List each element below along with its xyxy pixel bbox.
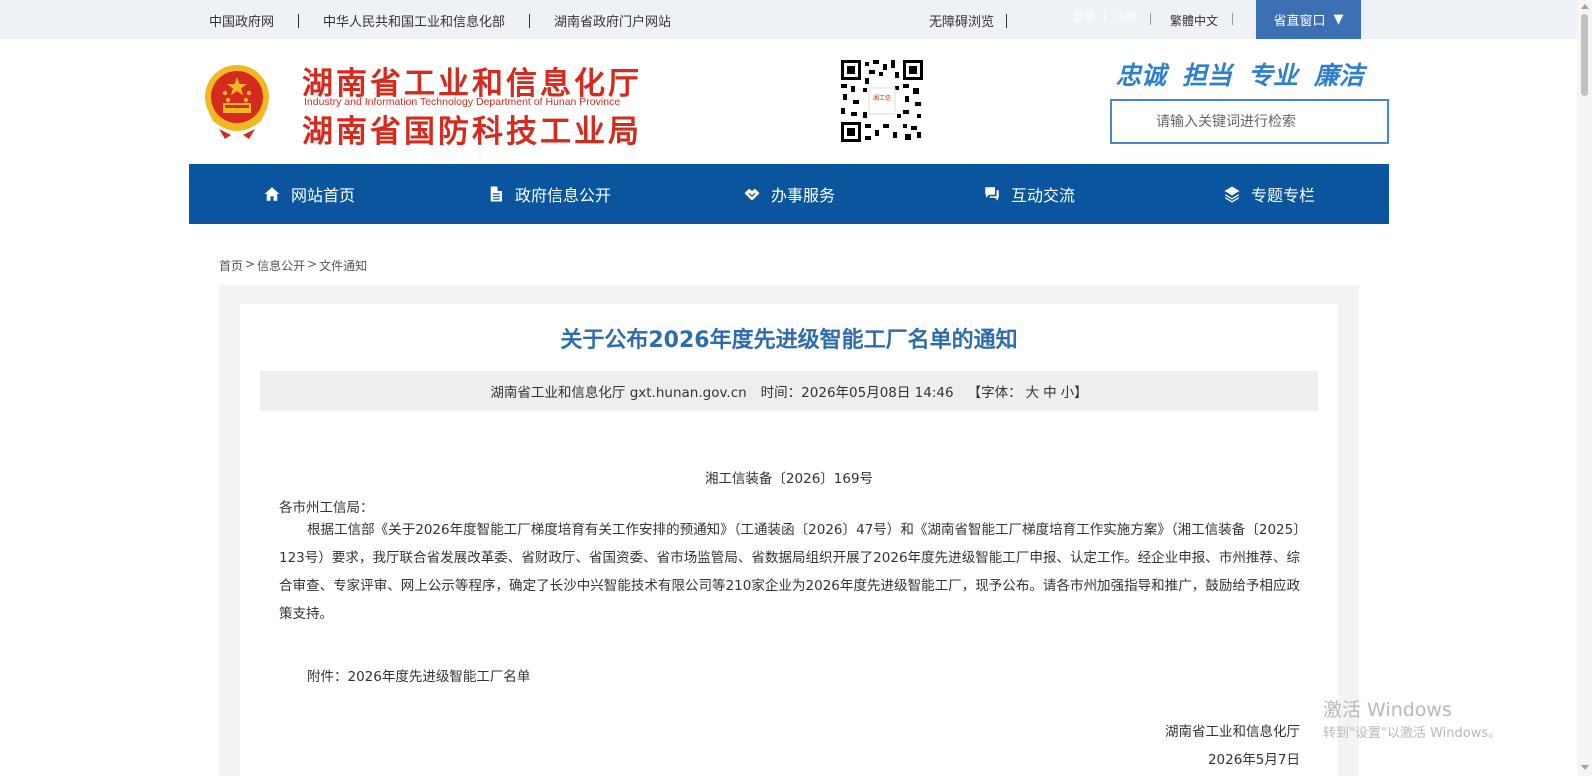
top-right-links: 无障碍浏览 <box>929 11 1019 30</box>
national-emblem-icon <box>201 63 273 139</box>
chevron-down-icon: ▼ <box>1333 12 1344 27</box>
login-link[interactable]: 登录 <box>1073 8 1095 24</box>
search-input[interactable] <box>1112 101 1387 142</box>
slogan-word: 担当 <box>1182 61 1233 90</box>
handshake-icon <box>744 188 760 200</box>
signature-date: 2026年5月7日 <box>1207 752 1300 768</box>
traditional-chinese-link[interactable]: 繁體中文 <box>1170 12 1218 29</box>
divider: | <box>1103 8 1107 21</box>
font-size-label: 【字体： <box>967 385 1022 401</box>
breadcrumb-separator: > <box>245 257 256 271</box>
divider <box>1006 13 1008 28</box>
signature-organization: 湖南省工业和信息化厅 <box>1165 724 1300 740</box>
slogan: 忠诚 担当 专业 廉洁 <box>1116 56 1364 92</box>
article-body: 根据工信部《关于2026年度智能工厂梯度培育有关工作安排的预通知》（工通装函〔2… <box>279 522 1300 622</box>
breadcrumb-notices[interactable]: 文件通知 <box>319 257 367 274</box>
article-title: 关于公布2026年度先进级智能工厂名单的通知 <box>560 328 1018 353</box>
document-number: 湘工信装备〔2026〕169号 <box>704 471 874 487</box>
nav-label: 互动交流 <box>1010 186 1075 205</box>
nav-label: 办事服务 <box>770 186 835 205</box>
link-miit[interactable]: 中华人民共和国工业和信息化部 <box>323 11 505 30</box>
login-links: 登录 | 注册 <box>1073 8 1137 24</box>
provincial-window-label: 省直窗口 <box>1273 14 1326 29</box>
article-meta: 湖南省工业和信息化厅 gxt.hunan.gov.cn 时间：2026年05月0… <box>260 371 1318 411</box>
nav-label: 专题专栏 <box>1250 186 1315 205</box>
windows-activation-title: 激活 Windows <box>1323 699 1452 721</box>
nav-label: 政府信息公开 <box>514 186 611 205</box>
font-size-control: 【字体： 大 中 小】 <box>968 381 1088 401</box>
font-medium-button[interactable]: 中 <box>1043 381 1057 401</box>
search-box <box>1110 99 1389 144</box>
link-gov-cn[interactable]: 中国政府网 <box>209 11 274 30</box>
link-hunan-gov[interactable]: 湖南省政府门户网站 <box>554 11 671 30</box>
vertical-scrollbar[interactable] <box>1577 0 1592 776</box>
top-links: 中国政府网 中华人民共和国工业和信息化部 湖南省政府门户网站 <box>209 11 671 30</box>
main-nav: 网站首页 政府信息公开 办事服务 互动交流 专题专栏 <box>189 164 1389 224</box>
breadcrumb-home[interactable]: 首页 <box>219 257 243 274</box>
svg-text:湘工信: 湘工信 <box>873 94 891 102</box>
scroll-down-icon[interactable] <box>1581 765 1589 770</box>
nav-item-home[interactable]: 网站首页 <box>189 164 429 224</box>
home-icon <box>264 187 280 201</box>
accessibility-link[interactable]: 无障碍浏览 <box>929 11 994 30</box>
article-time: 时间：2026年05月08日 14:46 <box>760 385 954 401</box>
scrollbar-thumb[interactable] <box>1581 14 1588 96</box>
register-link[interactable]: 注册 <box>1115 8 1137 24</box>
article-source: 湖南省工业和信息化厅 gxt.hunan.gov.cn <box>490 385 747 401</box>
divider <box>529 13 531 28</box>
qrcode-icon: 湘工信 <box>841 60 923 142</box>
nav-item-services[interactable]: 办事服务 <box>669 164 909 224</box>
breadcrumb: 首页 > 信息公开 > 文件通知 <box>219 257 367 274</box>
font-large-button[interactable]: 大 <box>1026 381 1040 401</box>
windows-activation-hint: 转到"设置"以激活 Windows。 <box>1323 726 1502 741</box>
layers-icon <box>1224 186 1240 203</box>
article-greeting: 各市州工信局： <box>279 500 374 516</box>
nav-item-gov-info[interactable]: 政府信息公开 <box>429 164 669 224</box>
scroll-up-icon[interactable] <box>1581 4 1589 9</box>
site-title-secondary: 湖南省国防科技工业局 <box>302 114 642 150</box>
slogan-word: 专业 <box>1248 61 1299 90</box>
nav-label: 网站首页 <box>290 186 355 205</box>
provincial-window-button[interactable]: 省直窗口 ▼ <box>1256 0 1361 39</box>
top-bar: 中国政府网 中华人民共和国工业和信息化部 湖南省政府门户网站 无障碍浏览 登录 … <box>0 0 1592 39</box>
breadcrumb-separator: > <box>307 257 318 271</box>
slogan-word: 忠诚 <box>1116 61 1167 90</box>
slogan-word: 廉洁 <box>1314 61 1365 90</box>
divider <box>1232 13 1233 25</box>
nav-item-topics[interactable]: 专题专栏 <box>1149 164 1389 224</box>
document-icon <box>490 186 502 202</box>
divider <box>298 13 300 28</box>
attachment-link[interactable]: 附件：2026年度先进级智能工厂名单 <box>307 665 530 685</box>
divider <box>1150 13 1151 25</box>
breadcrumb-info[interactable]: 信息公开 <box>257 257 305 274</box>
nav-item-interaction[interactable]: 互动交流 <box>909 164 1149 224</box>
chat-icon <box>985 187 999 201</box>
font-small-button[interactable]: 小】 <box>1061 381 1088 401</box>
